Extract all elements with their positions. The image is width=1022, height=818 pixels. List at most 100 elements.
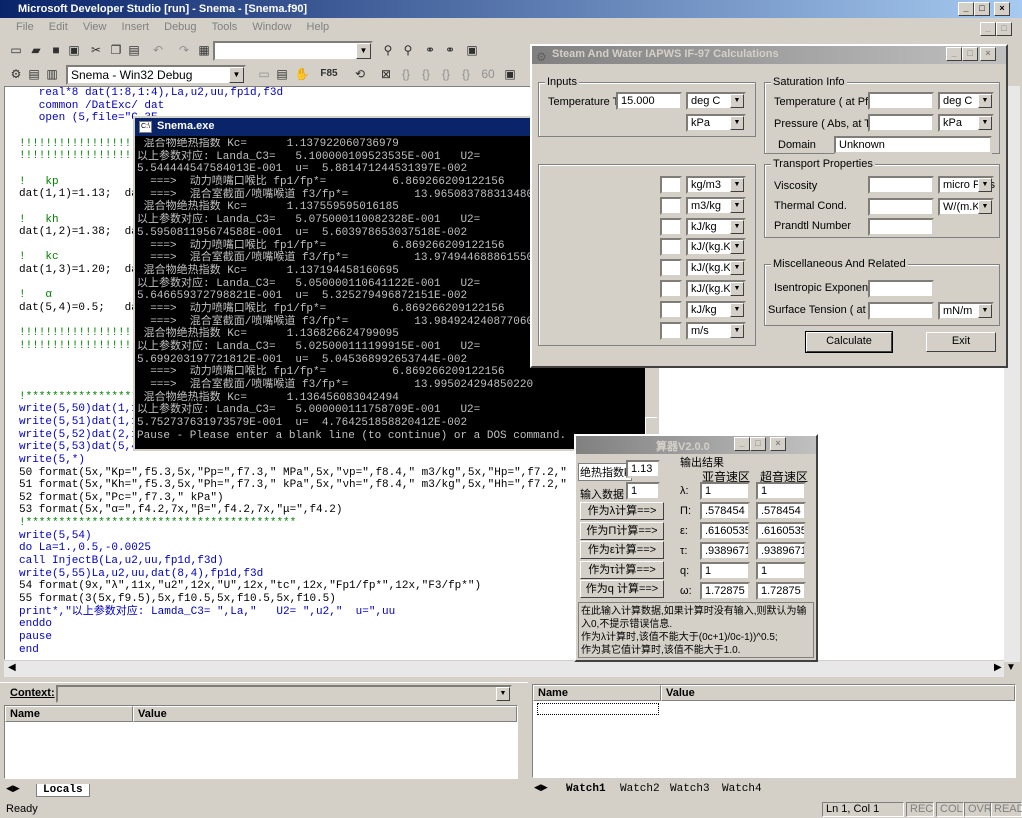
subsonic-value[interactable]: 1.72875 bbox=[700, 582, 750, 600]
prandtl-value[interactable] bbox=[868, 218, 934, 236]
gas-calc-button[interactable]: 作为Π计算==> bbox=[580, 521, 664, 540]
workspace-icon[interactable]: ▦ bbox=[194, 41, 214, 61]
menu-view[interactable]: View bbox=[77, 18, 113, 33]
property-unit-select[interactable]: kJ/(kg.K) ▼ bbox=[686, 238, 746, 257]
menu-help[interactable]: Help bbox=[301, 18, 336, 33]
close-icon[interactable]: × bbox=[994, 2, 1010, 16]
scroll-down-icon[interactable]: ▼ bbox=[1006, 662, 1016, 673]
exit-button[interactable]: Exit bbox=[926, 332, 996, 352]
subsonic-value[interactable]: .6160535 bbox=[700, 522, 750, 540]
watch-value-header[interactable]: Value bbox=[661, 685, 1015, 701]
redo-icon[interactable]: ↷ bbox=[174, 41, 194, 61]
property-unit-select[interactable]: kJ/kg ▼ bbox=[686, 300, 746, 319]
child-minimize-icon[interactable]: _ bbox=[980, 22, 996, 36]
chevron-down-icon[interactable]: ▼ bbox=[730, 116, 744, 130]
chevron-down-icon[interactable]: ▼ bbox=[978, 178, 992, 192]
watch-new-row[interactable] bbox=[537, 703, 659, 715]
k-input[interactable]: 1.13 bbox=[626, 460, 660, 478]
maximize-icon[interactable]: □ bbox=[974, 2, 990, 16]
viscosity-value[interactable] bbox=[868, 176, 934, 194]
quickwatch-icon[interactable]: 60 bbox=[478, 65, 498, 85]
supersonic-value[interactable]: .578454 bbox=[756, 502, 806, 520]
property-value[interactable] bbox=[660, 321, 682, 340]
gas-maximize-icon[interactable]: □ bbox=[750, 437, 766, 451]
chevron-down-icon[interactable]: ▼ bbox=[978, 94, 992, 108]
watch-icon[interactable]: ▣ bbox=[500, 65, 520, 85]
sat-temperature-unit[interactable]: deg C ▼ bbox=[938, 92, 994, 110]
sat-temperature-value[interactable] bbox=[868, 92, 934, 110]
watch-name-header[interactable]: Name bbox=[533, 685, 661, 701]
viscosity-unit[interactable]: micro Pa.s ▼ bbox=[938, 176, 995, 194]
gas-close-icon[interactable]: × bbox=[770, 437, 786, 451]
property-value[interactable] bbox=[660, 176, 682, 194]
menu-tools[interactable]: Tools bbox=[206, 18, 244, 33]
menu-edit[interactable]: Edit bbox=[43, 18, 74, 33]
f85-button[interactable]: F85 bbox=[318, 65, 340, 85]
property-unit-select[interactable]: m/s ▼ bbox=[686, 321, 746, 340]
undo-icon[interactable]: ↶ bbox=[148, 41, 168, 61]
temperature-input[interactable]: 15.000 bbox=[616, 92, 682, 110]
sat-pressure-value[interactable] bbox=[868, 114, 934, 132]
binoculars-icon[interactable]: ⚭ bbox=[420, 41, 440, 61]
members-icon[interactable]: ▤ bbox=[24, 65, 44, 85]
input-data-field[interactable]: 1 bbox=[626, 482, 660, 500]
tab-scroll-icon[interactable]: ◀▶ bbox=[534, 782, 548, 793]
step-out-icon[interactable]: {} bbox=[436, 65, 456, 85]
save-all-icon[interactable]: ▣ bbox=[64, 41, 84, 61]
property-unit-select[interactable]: m3/kg ▼ bbox=[686, 196, 746, 215]
isentropic-value[interactable] bbox=[868, 280, 934, 298]
scroll-left-icon[interactable]: ◀ bbox=[8, 662, 16, 673]
gas-minimize-icon[interactable]: _ bbox=[734, 437, 750, 451]
menu-debug[interactable]: Debug bbox=[158, 18, 202, 33]
find-in-files-icon[interactable]: ⚲ bbox=[398, 41, 418, 61]
tab-watch3[interactable]: Watch3 bbox=[670, 783, 710, 795]
supersonic-value[interactable]: 1 bbox=[756, 562, 806, 580]
run-to-cursor-icon[interactable]: {} bbox=[456, 65, 476, 85]
chevron-down-icon[interactable]: ▼ bbox=[229, 67, 244, 83]
subsonic-value[interactable]: 1 bbox=[700, 482, 750, 500]
property-unit-select[interactable]: kJ/(kg.K) ▼ bbox=[686, 280, 746, 298]
gas-calc-button[interactable]: 作为τ计算==> bbox=[580, 560, 664, 579]
menu-insert[interactable]: Insert bbox=[116, 18, 156, 33]
property-value[interactable] bbox=[660, 259, 682, 278]
subsonic-value[interactable]: .578454 bbox=[700, 502, 750, 520]
paste-icon[interactable]: ▤ bbox=[124, 41, 144, 61]
find-icon[interactable]: ⚲ bbox=[378, 41, 398, 61]
chevron-down-icon[interactable]: ▼ bbox=[978, 304, 992, 318]
property-value[interactable] bbox=[660, 217, 682, 236]
cut-icon[interactable]: ✂ bbox=[86, 41, 106, 61]
chevron-down-icon[interactable]: ▼ bbox=[730, 302, 744, 317]
console-scroll-thumb[interactable] bbox=[645, 417, 657, 435]
chevron-down-icon[interactable]: ▼ bbox=[356, 43, 371, 59]
new-file-icon[interactable]: ▭ bbox=[6, 41, 26, 61]
stop-debug-icon[interactable]: ⊠ bbox=[376, 65, 396, 85]
calculate-button[interactable]: Calculate bbox=[805, 331, 893, 353]
locals-list[interactable]: Name Value bbox=[4, 705, 518, 779]
watch-list[interactable]: Name Value bbox=[532, 684, 1016, 778]
menu-file[interactable]: File bbox=[0, 18, 40, 33]
wizard-bar-icon[interactable]: ▥ bbox=[42, 65, 62, 85]
step-over-icon[interactable]: {} bbox=[416, 65, 436, 85]
subsonic-value[interactable]: .9389671 bbox=[700, 542, 750, 560]
chevron-down-icon[interactable]: ▼ bbox=[730, 219, 744, 234]
editor-horizontal-scrollbar[interactable] bbox=[4, 661, 1004, 677]
property-unit-select[interactable]: kg/m3 ▼ bbox=[686, 176, 746, 194]
steam-close-icon[interactable]: × bbox=[980, 47, 996, 61]
property-unit-select[interactable]: kJ/(kg.K) ▼ bbox=[686, 259, 746, 278]
chevron-down-icon[interactable]: ▼ bbox=[730, 261, 744, 276]
supersonic-value[interactable]: .9389671 bbox=[756, 542, 806, 560]
tab-watch1[interactable]: Watch1 bbox=[566, 783, 606, 795]
tab-watch4[interactable]: Watch4 bbox=[722, 783, 762, 795]
gas-calc-button[interactable]: 作为q 计算==> bbox=[580, 580, 664, 598]
locals-name-header[interactable]: Name bbox=[5, 706, 133, 722]
child-restore-icon[interactable]: □ bbox=[996, 22, 1012, 36]
config-select[interactable]: Snema - Win32 Debug ▼ bbox=[66, 65, 246, 85]
supersonic-value[interactable]: 1 bbox=[756, 482, 806, 500]
chevron-down-icon[interactable]: ▼ bbox=[730, 323, 744, 338]
chevron-down-icon[interactable]: ▼ bbox=[978, 116, 992, 130]
build-icon[interactable]: ▤ bbox=[272, 65, 292, 85]
class-wizard-icon[interactable]: ⚙ bbox=[6, 65, 26, 85]
find-combo[interactable]: ▼ bbox=[213, 41, 373, 61]
chevron-down-icon[interactable]: ▼ bbox=[978, 200, 992, 214]
compile-icon[interactable]: ▭ bbox=[254, 65, 274, 85]
